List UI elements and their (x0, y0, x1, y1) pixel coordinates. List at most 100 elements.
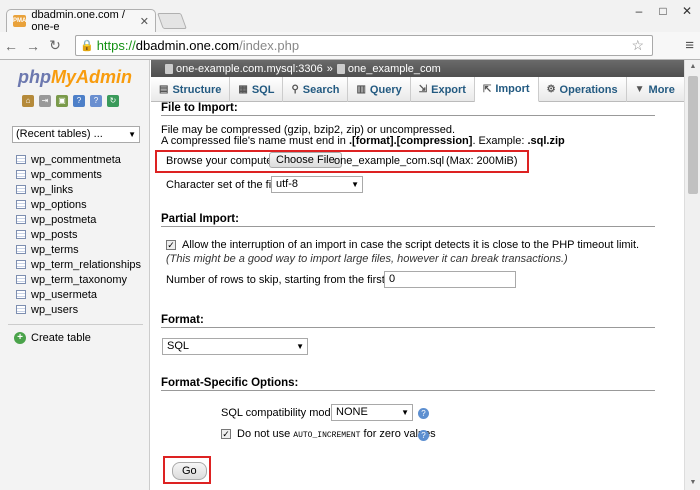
help-icon[interactable]: ? (90, 95, 102, 107)
table-name[interactable]: wp_terms (31, 244, 79, 256)
table-icon (16, 260, 26, 269)
breadcrumb-server[interactable]: one-example.com.mysql:3306 (176, 63, 323, 75)
pma-favicon-icon: PMA (13, 15, 27, 27)
charset-select[interactable]: utf-8 ▼ (271, 176, 363, 193)
table-item[interactable]: wp_usermeta (16, 287, 141, 302)
create-table-label[interactable]: Create table (31, 332, 91, 344)
reload-nav-icon[interactable]: ↻ (107, 95, 119, 107)
server-icon (165, 63, 173, 74)
tab-query[interactable]: ▥ Query (348, 77, 411, 102)
skip-rows-input[interactable]: 0 (384, 271, 516, 288)
no-auto-increment-row: ✓ Do not use AUTO_INCREMENT for zero valu… (221, 428, 436, 440)
search-icon: ⚲ (291, 84, 299, 95)
no-auto-increment-checkbox[interactable]: ✓ (221, 429, 231, 439)
tab-label: Query (369, 83, 402, 96)
no-ai-label-a: Do not use (237, 428, 294, 440)
charset-label: Character set of the file: (166, 179, 283, 191)
table-item[interactable]: wp_term_relationships (16, 257, 141, 272)
tab-label: Export (431, 83, 466, 96)
vertical-scrollbar[interactable]: ▲ ▼ (684, 60, 700, 490)
format-options-legend: Format-Specific Options: (161, 377, 655, 391)
tab-import[interactable]: ⇱ Import (474, 77, 539, 102)
chevron-down-icon: ▼ (401, 408, 409, 417)
format-select[interactable]: SQL ▼ (162, 338, 308, 355)
tab-label: Search (302, 83, 340, 96)
no-ai-help-icon[interactable]: ? (418, 430, 429, 441)
scroll-up-icon[interactable]: ▲ (685, 60, 700, 74)
allow-interrupt-label: Allow the interruption of an import in c… (182, 239, 640, 251)
chevron-down-icon: ▼ (128, 130, 136, 139)
table-name[interactable]: wp_commentmeta (31, 154, 121, 166)
table-name[interactable]: wp_term_taxonomy (31, 274, 127, 286)
scrollbar-thumb[interactable] (688, 76, 698, 194)
tab-search[interactable]: ⚲ Search (283, 77, 349, 102)
query-window-icon[interactable]: ▣ (56, 95, 68, 107)
scroll-down-icon[interactable]: ▼ (685, 476, 700, 490)
compat-help-icon[interactable]: ? (418, 408, 429, 419)
table-item[interactable]: wp_commentmeta (16, 152, 141, 167)
table-name[interactable]: wp_options (31, 199, 87, 211)
tab-close-icon[interactable]: ✕ (140, 15, 149, 28)
breadcrumb-database[interactable]: one_example_com (348, 63, 441, 75)
logout-icon[interactable]: ⇥ (39, 95, 51, 107)
table-name[interactable]: wp_users (31, 304, 78, 316)
charset-value: utf-8 (276, 178, 299, 190)
docs-icon[interactable]: ? (73, 95, 85, 107)
minimize-icon[interactable]: – (632, 4, 646, 18)
tab-sql[interactable]: ▦ SQL (230, 77, 284, 102)
table-item[interactable]: wp_terms (16, 242, 141, 257)
selected-file-name: one_example_com.sql (334, 155, 445, 167)
home-icon[interactable]: ⌂ (22, 95, 34, 107)
skip-rows-label: Number of rows to skip, starting from th… (166, 274, 409, 286)
new-tab-button[interactable] (157, 13, 187, 29)
table-name[interactable]: wp_term_relationships (31, 259, 141, 271)
table-item[interactable]: wp_postmeta (16, 212, 141, 227)
table-item[interactable]: wp_term_taxonomy (16, 272, 141, 287)
divider (8, 324, 143, 325)
chevron-down-icon: ▼ (351, 180, 359, 189)
maximize-icon[interactable]: □ (656, 4, 670, 18)
table-list: wp_commentmeta wp_comments wp_links wp_o… (16, 152, 141, 317)
tab-operations[interactable]: ⚙ Operations (539, 77, 627, 102)
choose-file-button[interactable]: Choose File (269, 152, 342, 168)
phpmyadmin-logo[interactable]: phpMyAdmin (18, 67, 132, 88)
reload-icon[interactable]: ↻ (44, 37, 66, 54)
format-legend: Format: (161, 314, 655, 328)
compat-label: SQL compatibility mode: (221, 407, 340, 419)
table-item[interactable]: wp_users (16, 302, 141, 317)
export-icon: ⇲ (418, 84, 428, 95)
browser-chrome: PMA dbadmin.one.com / one-e ✕ – □ ✕ ← → … (0, 0, 700, 60)
tab-label: More (648, 83, 675, 96)
tab-more[interactable]: ▼ More (627, 77, 683, 102)
table-name[interactable]: wp_links (31, 184, 73, 196)
forward-icon[interactable]: → (22, 38, 44, 54)
table-name[interactable]: wp_comments (31, 169, 102, 181)
address-bar[interactable]: 🔒 https://dbadmin.one.com/index.php ☆ (75, 35, 653, 56)
table-item[interactable]: wp_links (16, 182, 141, 197)
table-item[interactable]: wp_posts (16, 227, 141, 242)
back-icon[interactable]: ← (0, 38, 22, 54)
window-controls: – □ ✕ (632, 4, 694, 18)
tab-structure[interactable]: ▤ Structure (151, 77, 231, 102)
table-item[interactable]: wp_options (16, 197, 141, 212)
bookmark-star-icon[interactable]: ☆ (631, 37, 644, 54)
create-table-link[interactable]: + Create table (14, 332, 91, 344)
go-button[interactable]: Go (172, 462, 207, 480)
tab-title: dbadmin.one.com / one-e (31, 9, 125, 33)
browser-tab[interactable]: PMA dbadmin.one.com / one-e ✕ (6, 9, 156, 33)
table-name[interactable]: wp_postmeta (31, 214, 96, 226)
browser-toolbar: ← → ↻ 🔒 https://dbadmin.one.com/index.ph… (0, 32, 700, 59)
allow-interrupt-hint: (This might be a good way to import larg… (166, 253, 568, 265)
table-name[interactable]: wp_posts (31, 229, 77, 241)
close-window-icon[interactable]: ✕ (680, 4, 694, 18)
recent-tables-select[interactable]: (Recent tables) ... ▼ (12, 126, 140, 143)
format-value: SQL (167, 340, 190, 352)
table-icon (16, 155, 26, 164)
allow-interrupt-checkbox[interactable]: ✓ (166, 240, 176, 250)
tab-export[interactable]: ⇲ Export (411, 77, 475, 102)
table-name[interactable]: wp_usermeta (31, 289, 97, 301)
chrome-menu-icon[interactable]: ≡ (685, 37, 694, 54)
table-item[interactable]: wp_comments (16, 167, 141, 182)
compat-select[interactable]: NONE ▼ (331, 404, 413, 421)
table-icon (16, 170, 26, 179)
